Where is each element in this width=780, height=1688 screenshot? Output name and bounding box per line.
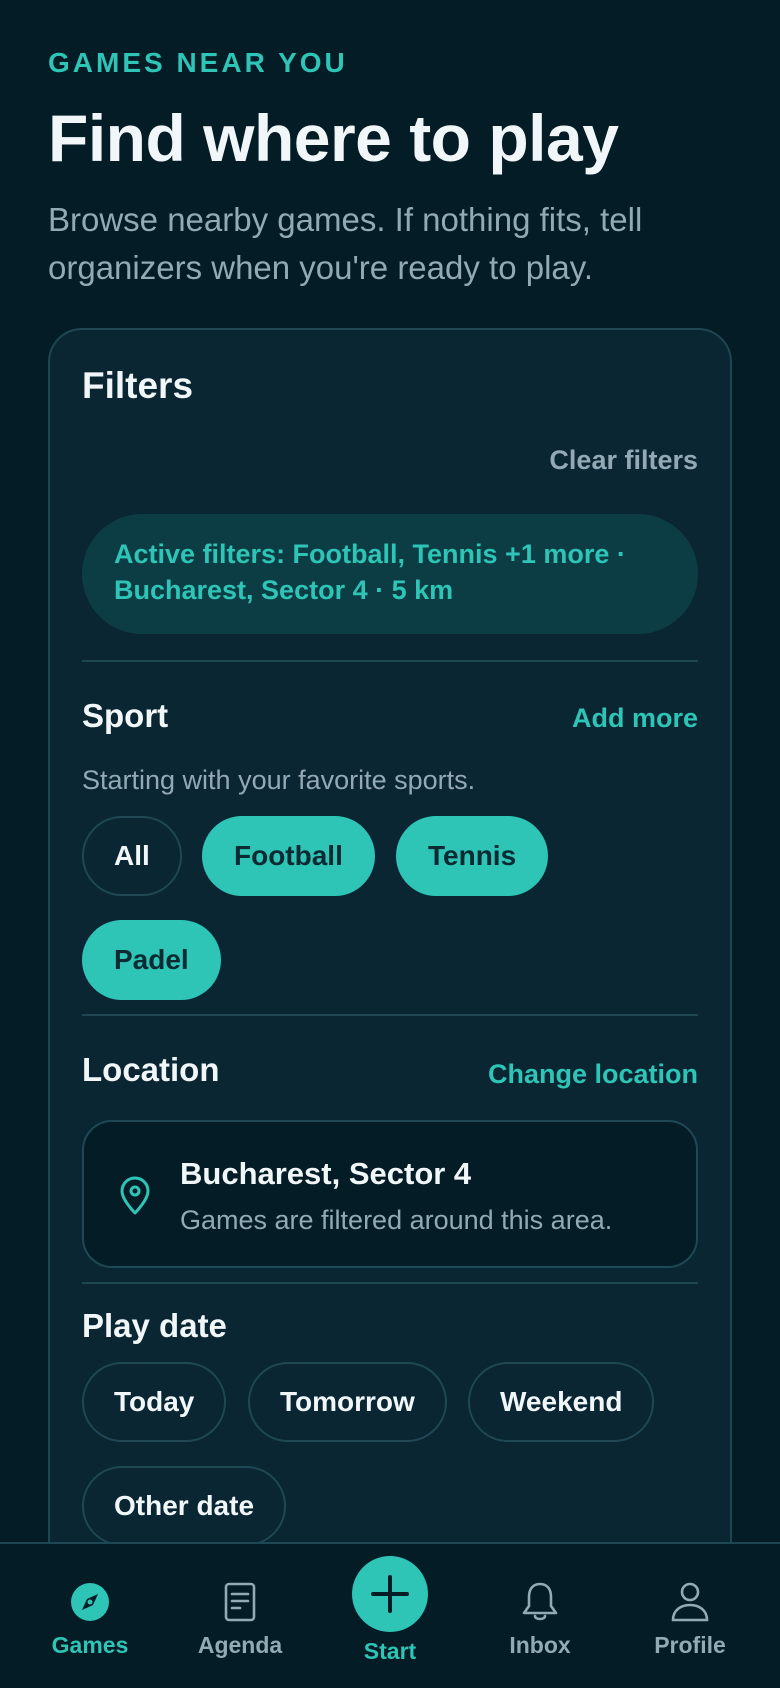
active-filters-summary: Active filters: Football, Tennis +1 more… <box>82 514 698 634</box>
page-subtitle: Browse nearby games. If nothing fits, te… <box>48 201 643 286</box>
divider <box>82 1014 698 1016</box>
sport-chip-all[interactable]: All <box>82 816 182 896</box>
agenda-icon <box>224 1582 256 1622</box>
date-chip-tomorrow[interactable]: Tomorrow <box>248 1362 447 1442</box>
change-location-button[interactable]: Change location <box>488 1056 698 1092</box>
filters-title: Filters <box>82 365 194 406</box>
sport-helper-text: Starting with your favorite sports. <box>82 765 476 795</box>
sport-section-title: Sport <box>82 697 169 734</box>
nav-label-agenda: Agenda <box>197 1632 283 1658</box>
nav-item-inbox[interactable]: Inbox <box>462 1544 618 1688</box>
nav-item-games[interactable]: Games <box>12 1544 168 1688</box>
active-filters-line-1: Active filters: Football, Tennis +1 more… <box>114 539 626 569</box>
location-description: Games are filtered around this area. <box>180 1205 613 1235</box>
date-chip-other-date[interactable]: Other date <box>82 1466 287 1546</box>
plus-icon <box>371 1575 409 1613</box>
games-near-you-screen: GAMES NEAR YOU Find where to play Browse… <box>0 0 780 1688</box>
bottom-navigation: Games Agenda Start Inbox Profile <box>0 1542 780 1688</box>
nav-label-inbox: Inbox <box>509 1632 571 1658</box>
active-filters-line-2: Bucharest, Sector 4 · 5 km <box>114 575 454 605</box>
bell-icon <box>522 1582 558 1621</box>
sport-chip-tennis[interactable]: Tennis <box>396 816 549 896</box>
clear-filters-button[interactable]: Clear filters <box>549 442 698 478</box>
map-pin-icon <box>120 1176 150 1215</box>
page-title: Find where to play <box>48 101 619 175</box>
sport-chip-football[interactable]: Football <box>202 816 375 896</box>
date-chip-weekend[interactable]: Weekend <box>468 1362 655 1442</box>
nav-label-games: Games <box>51 1632 129 1658</box>
nav-item-profile[interactable]: Profile <box>612 1544 768 1688</box>
nav-label-start: Start <box>363 1638 417 1664</box>
user-icon <box>671 1582 709 1622</box>
filters-card: Filters Clear filters Active filters: Fo… <box>48 328 732 1688</box>
divider <box>82 1282 698 1284</box>
nav-item-agenda[interactable]: Agenda <box>162 1544 318 1688</box>
location-section-title: Location <box>82 1051 220 1088</box>
date-chip-today[interactable]: Today <box>82 1362 227 1442</box>
nav-item-start[interactable]: Start <box>312 1544 468 1688</box>
sport-chip-padel[interactable]: Padel <box>82 920 221 1000</box>
nav-label-profile: Profile <box>654 1632 726 1658</box>
start-button[interactable] <box>352 1556 428 1632</box>
location-name: Bucharest, Sector 4 <box>180 1156 472 1191</box>
compass-icon <box>71 1583 109 1621</box>
add-more-sports-button[interactable]: Add more <box>572 700 698 736</box>
divider <box>82 660 698 662</box>
play-date-section-title: Play date <box>82 1307 227 1344</box>
section-eyebrow: GAMES NEAR YOU <box>48 47 348 78</box>
current-location-card[interactable]: Bucharest, Sector 4 Games are filtered a… <box>82 1120 698 1268</box>
